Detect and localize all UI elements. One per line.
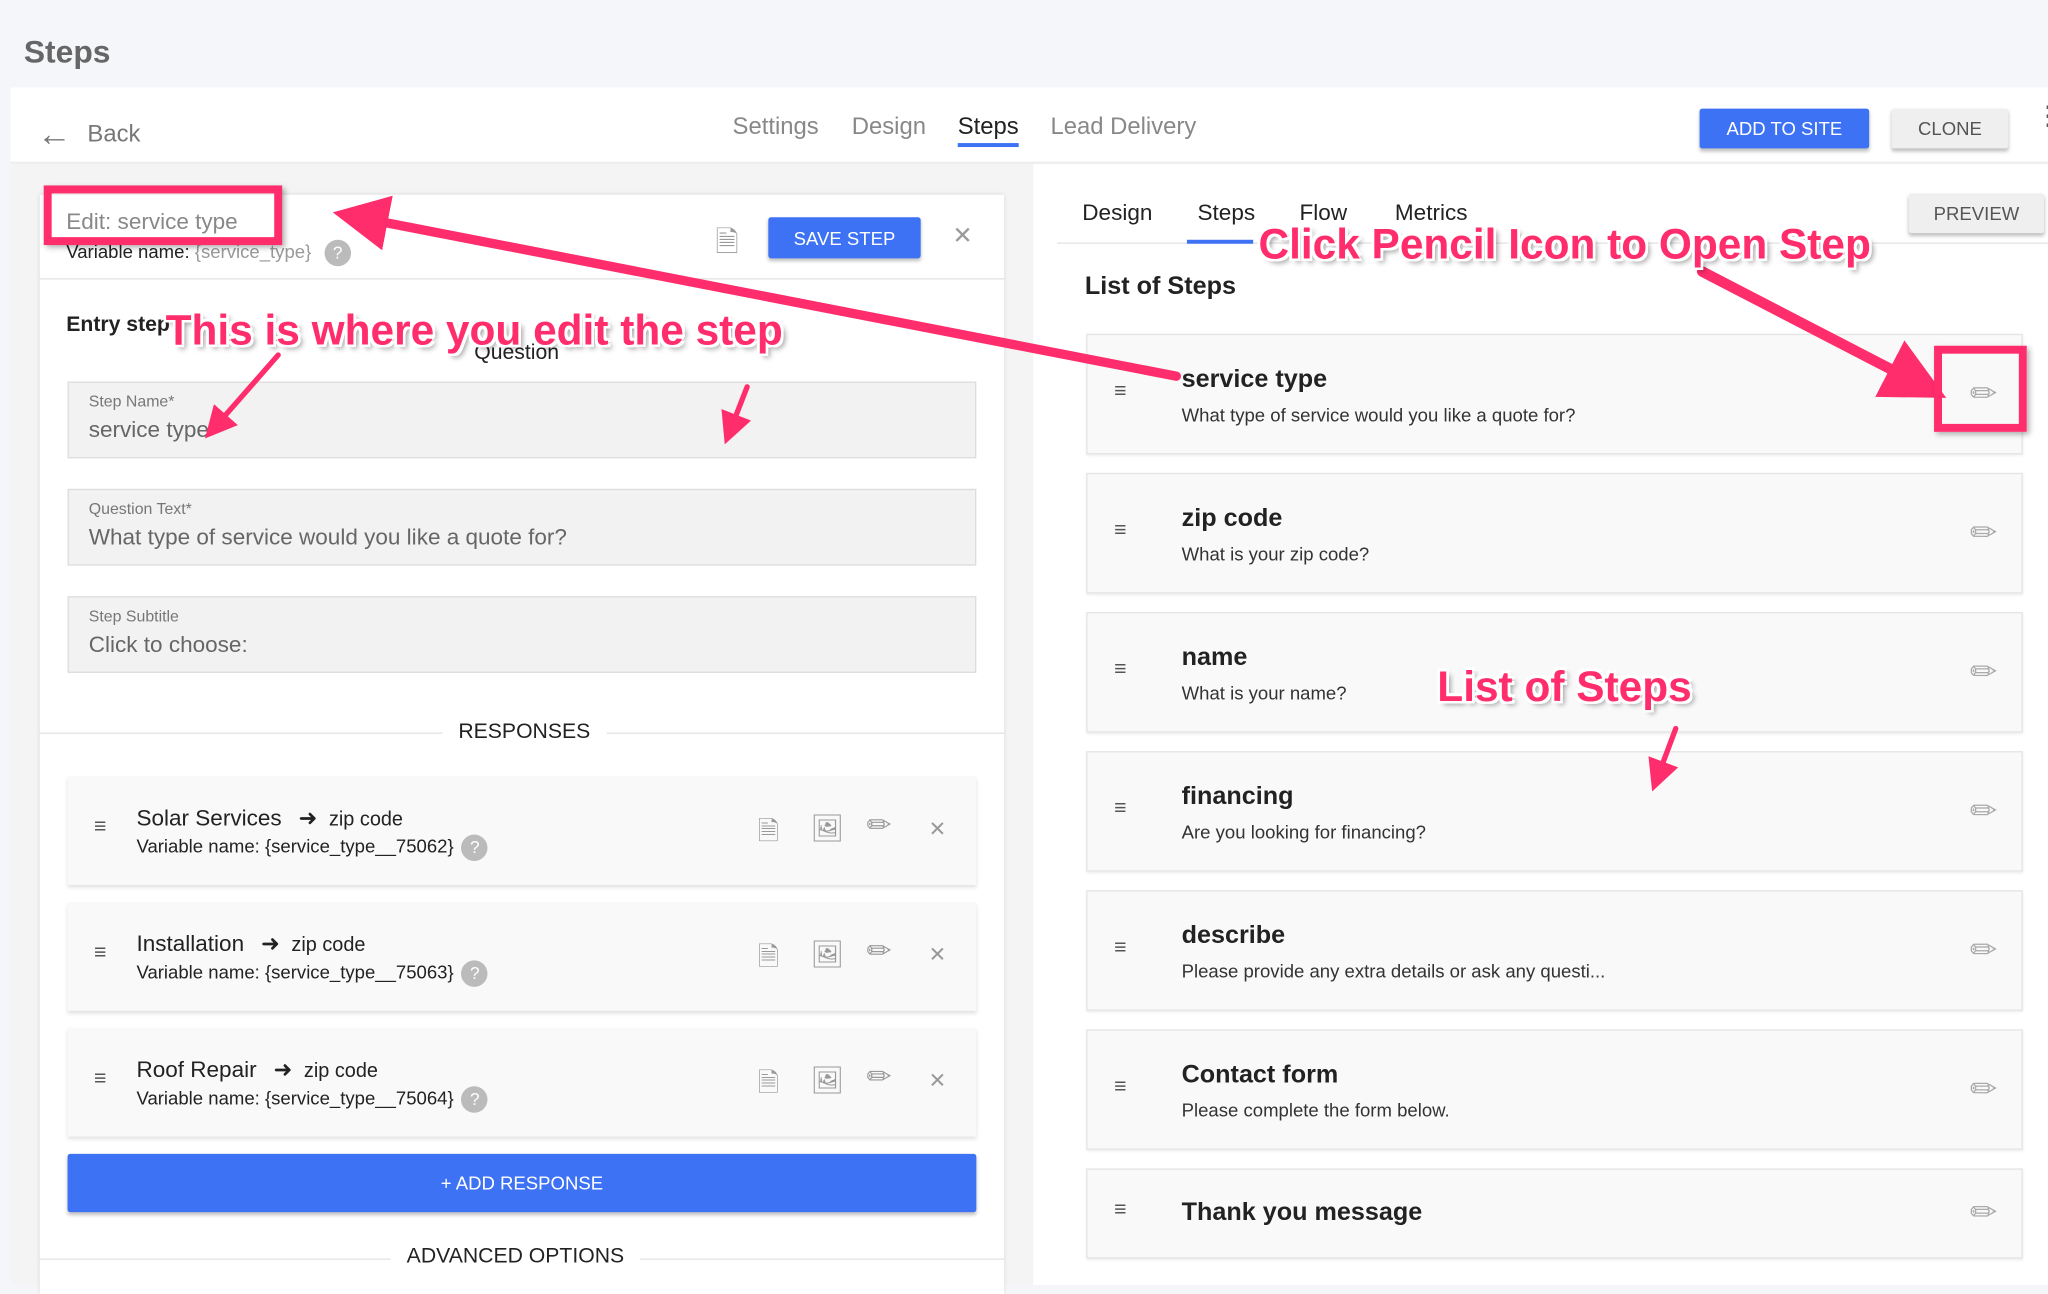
highlight-box-editor <box>44 185 282 245</box>
annotation-click-pencil: Click Pencil Icon to Open Step <box>1258 220 1870 269</box>
arrow-step-name <box>212 355 278 431</box>
arrow-to-pencil <box>1702 272 1927 389</box>
highlight-box-pencil <box>1934 346 2027 432</box>
annotation-edit-here: This is where you edit the step <box>166 306 783 355</box>
annotation-list-of-steps: List of Steps <box>1437 662 1691 711</box>
arrow-question <box>729 387 748 435</box>
annotation-arrows <box>0 0 2048 1285</box>
arrow-list <box>1656 729 1676 782</box>
